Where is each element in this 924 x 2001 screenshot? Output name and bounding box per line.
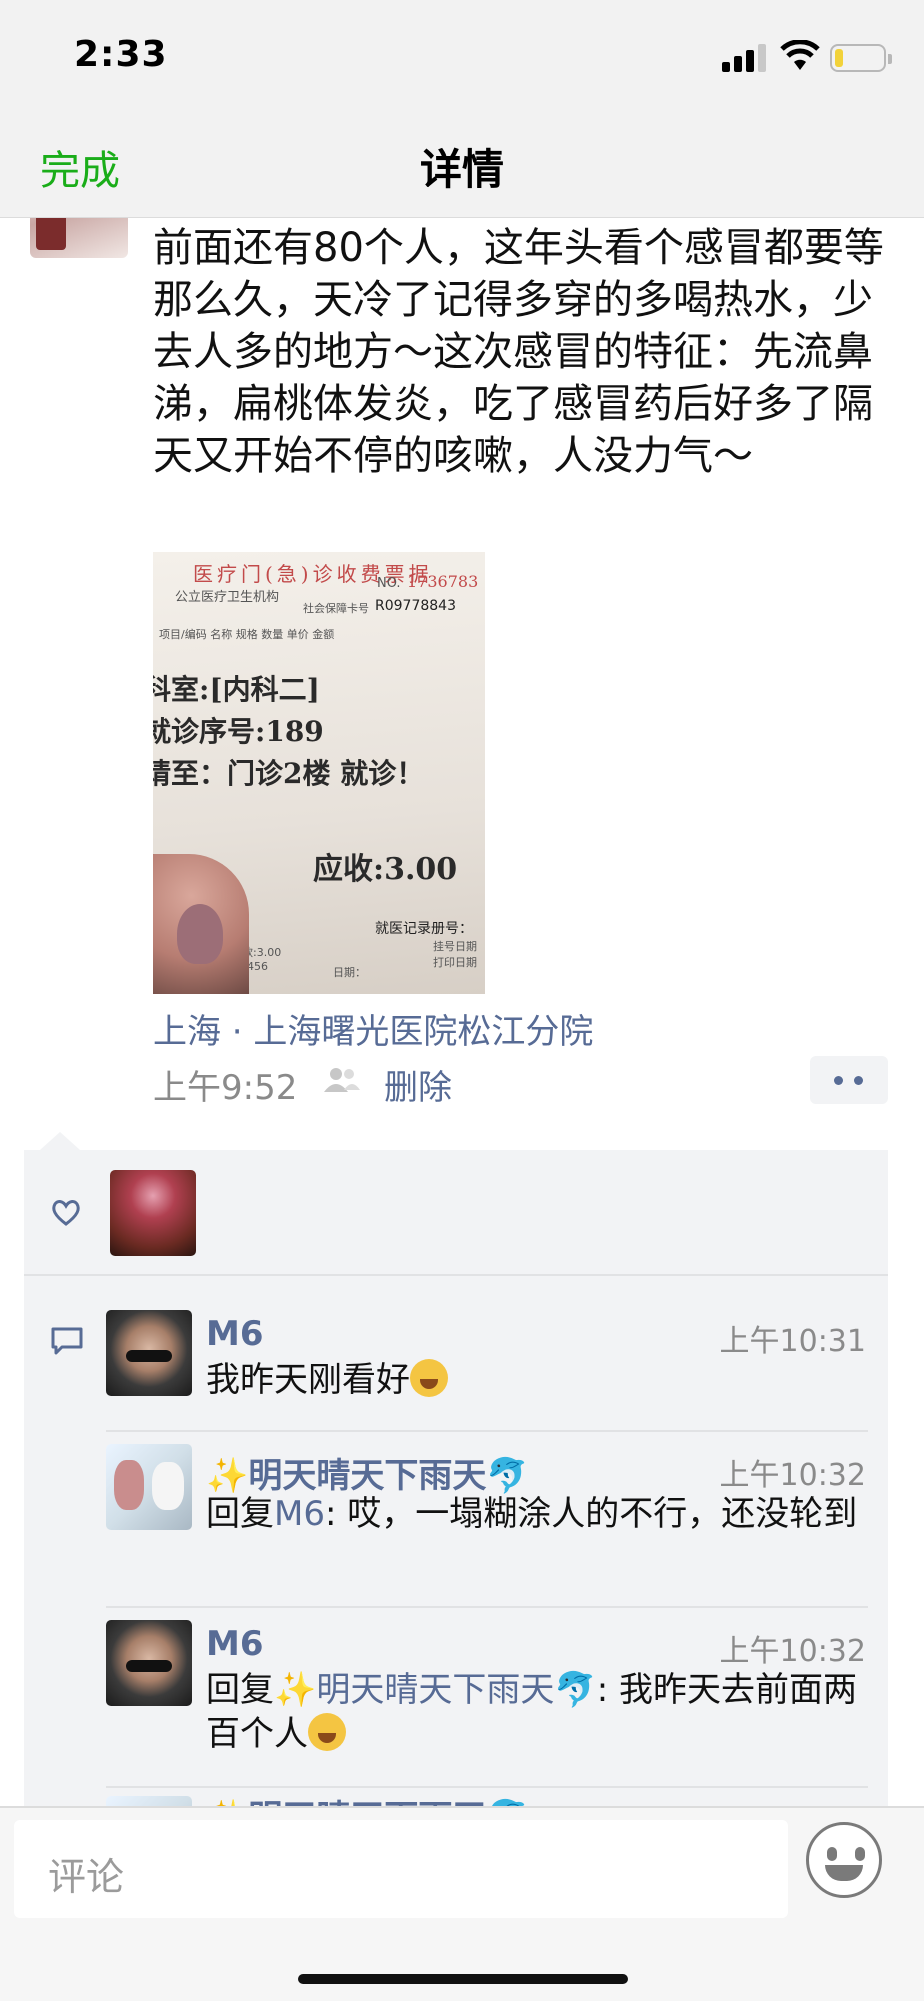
battery-icon — [830, 44, 892, 72]
page-title: 详情 — [419, 145, 504, 194]
commenter-name[interactable]: M6 — [206, 1314, 264, 1354]
more-actions-button[interactable] — [810, 1056, 888, 1104]
receipt-record-no: 就医记录册号： — [375, 921, 473, 937]
commenter-avatar[interactable] — [106, 1620, 192, 1706]
heart-icon — [52, 1200, 80, 1226]
wifi-icon — [780, 40, 820, 70]
receipt-columns: 项目/编码 名称 规格 数量 单价 金额 — [159, 628, 335, 641]
receipt-go-to: 请至：门诊2楼 就诊！ — [153, 757, 425, 790]
emoji-button[interactable] — [806, 1822, 882, 1898]
commenter-name[interactable]: ✨明天晴天下雨天🐬 — [206, 1448, 529, 1497]
comment-divider — [106, 1430, 868, 1432]
comment-divider — [106, 1786, 868, 1788]
commenter-avatar[interactable] — [106, 1444, 192, 1530]
receipt-queue: 就诊序号:189 — [153, 715, 324, 748]
receipt-institution: 公立医疗卫生机构 — [175, 590, 280, 605]
panel-arrow — [40, 1132, 80, 1150]
comment-text: 回复M6: 哎，一塌糊涂人的不行，还没轮到 — [206, 1494, 858, 1534]
laugh-cry-emoji-icon — [308, 1713, 346, 1751]
comment-time: 上午10:31 — [719, 1324, 866, 1359]
comment-time: 上午10:32 — [719, 1458, 866, 1493]
reply-target[interactable]: M6 — [274, 1494, 325, 1534]
dolphin-emoji-icon: 🐬 — [486, 1456, 529, 1496]
comment-text: 回复✨明天晴天下雨天🐬: 我昨天去前面两百个人 — [206, 1670, 857, 1754]
commenter-avatar[interactable] — [106, 1310, 192, 1396]
signal-icon — [722, 44, 768, 72]
comment-text: 我昨天刚看好 — [206, 1358, 866, 1402]
receipt-print-date: 打印日期 — [433, 956, 477, 969]
comment-body: 我昨天刚看好 — [206, 1360, 410, 1400]
post-time: 上午9:52 — [153, 1068, 298, 1108]
receipt-social-security: 社会保障卡号 — [303, 602, 369, 615]
divider — [24, 1274, 888, 1276]
likes-comments-panel: M6 上午10:31 我昨天刚看好 ✨明天晴天下雨天🐬 上午10:32 回复M6… — [24, 1150, 888, 1816]
post-text: 前面还有80个人，这年头看个感冒都要等那么久，天冷了记得多穿的多喝热水，少去人多… — [153, 225, 884, 479]
liker-avatar[interactable] — [110, 1170, 196, 1256]
receipt-date-label: 日期： — [333, 966, 366, 979]
top-bar: 2:33 完成 详情 — [0, 0, 924, 218]
post-photo[interactable]: 医疗门(急)诊收费票据 公立医疗卫生机构 NO. 1736783 社会保障卡号 … — [153, 552, 485, 994]
delete-button[interactable]: 删除 — [384, 1060, 452, 1109]
receipt-no: 1736783 — [407, 572, 479, 591]
comment-icon — [51, 1327, 83, 1355]
comment-bar: 评论 — [0, 1806, 924, 2001]
photo-thumb — [153, 854, 249, 994]
comment-item[interactable]: M6 上午10:32 回复✨明天晴天下雨天🐬: 我昨天去前面两百个人 — [106, 1620, 866, 1770]
receipt-reg-date: 挂号日期 — [433, 940, 477, 953]
status-time: 2:33 — [74, 34, 168, 75]
comment-time: 上午10:32 — [719, 1634, 866, 1669]
receipt-card-no: R09778843 — [375, 598, 456, 614]
friends-visibility-icon — [324, 1068, 360, 1092]
reply-target[interactable]: ✨明天晴天下雨天🐬 — [274, 1670, 597, 1710]
laugh-cry-emoji-icon — [410, 1359, 448, 1397]
post-location[interactable]: 上海 · 上海曙光医院松江分院 — [153, 1004, 593, 1053]
comment-divider — [106, 1606, 868, 1608]
comment-item[interactable]: ✨明天晴天下雨天🐬 上午10:32 回复M6: 哎，一塌糊涂人的不行，还没轮到 — [106, 1444, 866, 1594]
home-indicator[interactable] — [298, 1974, 628, 1984]
receipt-dept: 科室:[内科二] — [153, 673, 320, 706]
comment-placeholder: 评论 — [48, 1855, 125, 1899]
commenter-name[interactable]: M6 — [206, 1624, 264, 1664]
receipt-no-label: NO. — [377, 576, 401, 591]
receipt-amount: 应收:3.00 — [313, 852, 458, 887]
comment-input[interactable]: 评论 — [14, 1820, 788, 1918]
comment-item[interactable]: M6 上午10:31 我昨天刚看好 — [106, 1310, 866, 1440]
